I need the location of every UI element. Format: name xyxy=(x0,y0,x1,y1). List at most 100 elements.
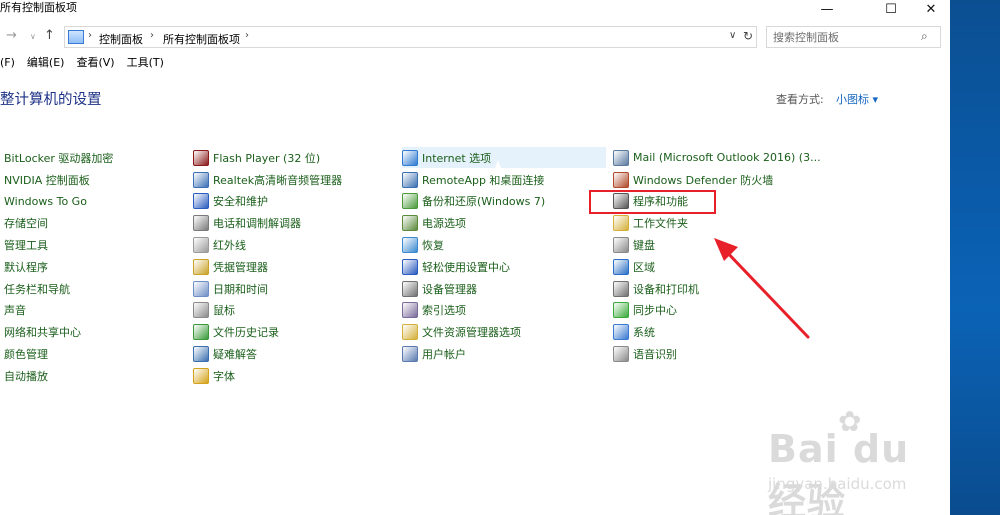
control-panel-item[interactable]: 鼠标 xyxy=(193,300,342,322)
search-box[interactable]: ⌕ xyxy=(766,26,941,48)
breadcrumb-all-items[interactable]: 所有控制面板项 xyxy=(163,31,240,47)
flash-icon xyxy=(193,149,209,166)
menu-tools[interactable]: 工具(T) xyxy=(127,54,164,72)
control-panel-item[interactable]: 设备管理器 xyxy=(402,278,545,300)
clock-icon xyxy=(193,280,209,297)
control-panel-item[interactable]: 语音识别 xyxy=(613,343,821,365)
control-panel-item[interactable]: 日期和时间 xyxy=(193,278,342,300)
control-panel-item-label: Flash Player (32 位) xyxy=(213,151,321,165)
control-panel-item-label: 索引选项 xyxy=(422,304,466,318)
control-panel-item-label: 区域 xyxy=(633,260,655,274)
control-panel-item[interactable]: Internet 选项 xyxy=(402,147,545,169)
menu-bar: (F) 编辑(E) 查看(V) 工具(T) xyxy=(0,54,176,72)
control-panel-item[interactable]: RemoteApp 和桌面连接 xyxy=(402,169,545,191)
control-panel-item-label: 字体 xyxy=(213,369,235,383)
items-column-2: Flash Player (32 位) Realtek高清晰音频管理器安全和维护电… xyxy=(193,147,342,387)
control-panel-item[interactable]: 疑难解答 xyxy=(193,343,342,365)
menu-view[interactable]: 查看(V) xyxy=(76,54,114,72)
control-panel-item-label: 电话和调制解调器 xyxy=(213,217,301,231)
control-panel-item-label: 鼠标 xyxy=(213,304,235,318)
menu-edit[interactable]: 编辑(E) xyxy=(27,54,65,72)
control-panel-item-label: 语音识别 xyxy=(633,348,677,362)
control-panel-item[interactable]: 声音 xyxy=(0,300,113,322)
address-bar[interactable]: › 控制面板 › 所有控制面板项 › ∨ ↻ xyxy=(64,26,757,48)
control-panel-item-label: 备份和还原(Windows 7) xyxy=(422,195,546,209)
recovery-icon xyxy=(402,237,418,254)
control-panel-item-label: 任务栏和导航 xyxy=(4,282,70,296)
window-title: 所有控制面板项 xyxy=(0,1,77,14)
troubleshoot-icon xyxy=(193,346,209,363)
title-bar: 所有控制面板项 — ☐ ✕ xyxy=(0,0,950,20)
refresh-icon[interactable]: ↻ xyxy=(743,29,753,43)
control-panel-item[interactable]: 自动播放 xyxy=(0,365,113,387)
view-by-dropdown[interactable]: 小图标 ▾ xyxy=(836,91,878,107)
user-accounts-icon xyxy=(402,346,418,363)
infrared-icon xyxy=(193,237,209,254)
up-arrow-icon[interactable]: ↑ xyxy=(44,28,55,43)
control-panel-item-label: 工作文件夹 xyxy=(633,217,688,231)
control-panel-item-label: 红外线 xyxy=(213,239,246,253)
forward-arrow-icon[interactable]: → xyxy=(6,28,17,43)
control-panel-item-label: RemoteApp 和桌面连接 xyxy=(422,173,545,187)
watermark-brand: Bai du 经验 xyxy=(768,427,910,515)
control-panel-item[interactable]: 凭据管理器 xyxy=(193,256,342,278)
control-panel-item[interactable]: 网络和共享中心 xyxy=(0,321,113,343)
control-panel-item[interactable]: 用户帐户 xyxy=(402,343,545,365)
desktop-background xyxy=(950,0,1000,515)
search-input[interactable] xyxy=(773,30,918,44)
control-panel-item[interactable]: 默认程序 xyxy=(0,256,113,278)
control-panel-item-label: Realtek高清晰音频管理器 xyxy=(213,173,343,187)
control-panel-item-label: 轻松使用设置中心 xyxy=(422,260,510,274)
control-panel-item[interactable]: 索引选项 xyxy=(402,300,545,322)
breadcrumb-control-panel[interactable]: 控制面板 xyxy=(99,31,143,47)
control-panel-item[interactable]: 任务栏和导航 xyxy=(0,278,113,300)
control-panel-item[interactable]: 备份和还原(Windows 7) xyxy=(402,191,545,213)
breadcrumb-separator-icon[interactable]: › xyxy=(150,30,154,41)
control-panel-item[interactable]: 管理工具 xyxy=(0,234,113,256)
control-panel-item[interactable]: Mail (Microsoft Outlook 2016) (3... xyxy=(613,147,821,169)
control-panel-item[interactable]: 轻松使用设置中心 xyxy=(402,256,545,278)
control-panel-item[interactable]: 颜色管理 xyxy=(0,343,113,365)
control-panel-item-label: 文件历史记录 xyxy=(213,326,279,340)
address-dropdown-icon[interactable]: ∨ xyxy=(729,30,736,41)
control-panel-item-label: 恢复 xyxy=(422,239,444,253)
control-panel-item[interactable]: 存储空间 xyxy=(0,212,113,234)
printer-icon xyxy=(613,280,629,297)
control-panel-item[interactable]: 电话和调制解调器 xyxy=(193,212,342,234)
credential-icon xyxy=(193,258,209,275)
control-panel-item[interactable]: 文件资源管理器选项 xyxy=(402,321,545,343)
mouse-icon xyxy=(193,302,209,319)
control-panel-item[interactable]: Windows To Go xyxy=(0,191,113,213)
close-button[interactable]: ✕ xyxy=(908,0,954,20)
annotation-arrow xyxy=(714,238,810,339)
breadcrumb-separator-icon[interactable]: › xyxy=(88,30,92,41)
control-panel-item-label: NVIDIA 控制面板 xyxy=(4,173,90,187)
control-panel-item[interactable]: Realtek高清晰音频管理器 xyxy=(193,169,342,191)
control-panel-item[interactable]: NVIDIA 控制面板 xyxy=(0,169,113,191)
recent-locations-icon[interactable]: ∨ xyxy=(30,32,36,41)
control-panel-item[interactable]: Windows Defender 防火墙 xyxy=(613,169,821,191)
control-panel-item[interactable]: Flash Player (32 位) xyxy=(193,147,342,169)
control-panel-item[interactable]: 电源选项 xyxy=(402,212,545,234)
internet-icon xyxy=(402,149,418,166)
control-panel-item[interactable]: 安全和维护 xyxy=(193,191,342,213)
navigation-bar: → ∨ ↑ › 控制面板 › 所有控制面板项 › ∨ ↻ ⌕ xyxy=(0,24,950,50)
menu-file[interactable]: (F) xyxy=(0,54,15,72)
control-panel-item[interactable]: 恢复 xyxy=(402,234,545,256)
breadcrumb-separator-icon[interactable]: › xyxy=(245,30,249,41)
history-icon xyxy=(193,324,209,341)
control-panel-item[interactable]: BitLocker 驱动器加密 xyxy=(0,147,113,169)
control-panel-item[interactable]: 文件历史记录 xyxy=(193,321,342,343)
control-panel-item-label: Windows To Go xyxy=(4,194,87,208)
mouse-cursor-icon xyxy=(492,160,504,176)
control-panel-item[interactable]: 红外线 xyxy=(193,234,342,256)
search-icon[interactable]: ⌕ xyxy=(921,29,928,44)
minimize-button[interactable]: — xyxy=(804,0,850,20)
control-panel-item[interactable]: 字体 xyxy=(193,365,342,387)
control-panel-icon xyxy=(68,30,84,44)
index-icon xyxy=(402,302,418,319)
control-panel-item-label: 颜色管理 xyxy=(4,348,48,362)
control-panel-item-label: 凭据管理器 xyxy=(213,260,268,274)
baidu-watermark: ✿ Bai du 经验 jingyan.baidu.com xyxy=(768,405,948,515)
control-panel-item-label: 管理工具 xyxy=(4,239,48,253)
